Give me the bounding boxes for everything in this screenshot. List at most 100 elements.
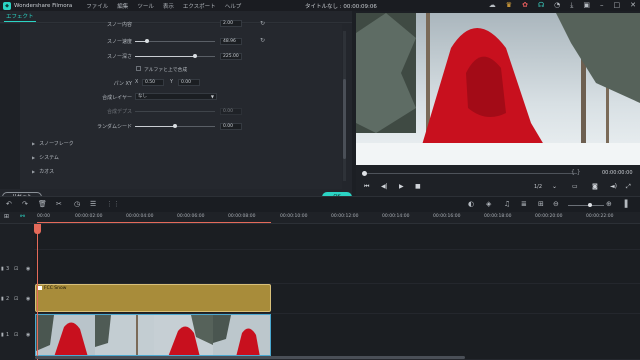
playback-progress[interactable]: [362, 173, 577, 174]
cut-icon[interactable]: ✂: [56, 200, 62, 208]
cloud-icon[interactable]: ☁: [489, 1, 496, 10]
random-seed-value[interactable]: 0.00: [220, 123, 242, 130]
volume-icon[interactable]: ◄): [610, 183, 617, 190]
effect-clip[interactable]: FCC Snow: [35, 284, 271, 312]
gift-icon[interactable]: ✿: [522, 1, 528, 10]
play-icon[interactable]: ▶: [399, 183, 404, 190]
eye-icon[interactable]: ◉: [26, 266, 30, 272]
menu-export[interactable]: エクスポート: [183, 2, 216, 10]
preview-quality-select[interactable]: 1/2: [534, 184, 542, 190]
delete-icon[interactable]: 🗑: [38, 200, 47, 208]
effect-clip-name: FCC Snow: [44, 286, 67, 291]
track-number: 2: [6, 296, 10, 302]
menu-bar: ファイル 編集 ツール 表示 エクスポート ヘルプ: [86, 2, 241, 10]
pan-x-value[interactable]: 0.50: [142, 79, 164, 86]
ruler-label: 00:00:08:00: [228, 214, 256, 219]
empty-lane[interactable]: [34, 224, 640, 250]
track-header-1: ▮ 1 ⊡ ◉: [0, 314, 34, 360]
adjust-icon[interactable]: ☰: [90, 200, 96, 208]
alpha-composite-checkbox[interactable]: [136, 66, 141, 71]
blend-depth-slider[interactable]: [135, 111, 215, 112]
audio-wave-icon[interactable]: ⋮⋮: [106, 200, 120, 208]
video-clip[interactable]: [35, 314, 271, 356]
snow-depth-value[interactable]: 225.00: [220, 53, 242, 60]
zoom-slider-knob[interactable]: [588, 203, 592, 207]
close-icon[interactable]: ✕: [630, 1, 636, 10]
lock-icon[interactable]: ⊡: [14, 296, 18, 302]
timeline-horizontal-scrollbar[interactable]: [35, 356, 465, 359]
section-system-label: システム: [39, 155, 59, 161]
blend-layer-select[interactable]: なし ▼: [135, 93, 217, 100]
notification-icon[interactable]: ◔: [554, 1, 560, 10]
section-system[interactable]: ▶ システム: [32, 154, 59, 161]
add-track-icon[interactable]: ⊞: [4, 213, 9, 220]
eye-icon[interactable]: ◉: [26, 296, 30, 302]
stop-icon[interactable]: ■: [415, 183, 421, 190]
maximize-icon[interactable]: □: [614, 1, 621, 10]
display-icon[interactable]: ▭: [572, 183, 578, 190]
fullscreen-icon[interactable]: ⤢: [626, 183, 631, 191]
zoom-out-icon[interactable]: ⊖: [553, 200, 559, 208]
minimize-icon[interactable]: –: [600, 1, 604, 10]
random-seed-slider-knob[interactable]: [173, 124, 177, 128]
preview-frame-image: [356, 13, 640, 165]
reset-icon[interactable]: ↻: [260, 37, 265, 44]
premium-icon[interactable]: ♛: [506, 1, 512, 10]
snow-speed-value[interactable]: 48.96: [220, 38, 242, 45]
download-icon[interactable]: ⤓: [570, 1, 573, 10]
redo-icon[interactable]: ↷: [22, 200, 28, 208]
caret-right-icon: ▶: [32, 155, 36, 160]
step-back-icon[interactable]: ⏮: [364, 183, 369, 191]
microphone-icon[interactable]: ♫: [504, 200, 510, 208]
render-icon[interactable]: ◐: [468, 200, 474, 208]
effect-settings-panel: エフェクト スノー内容 2.00 ↻ スノー速度 48.96 ↻ スノー深さ 2…: [0, 11, 352, 202]
snow-content-label: スノー内容: [106, 22, 132, 28]
caption-icon[interactable]: ⊞: [538, 200, 544, 208]
section-snowflake[interactable]: ▶ スノーフレーク: [32, 140, 74, 147]
ruler-label: 00:00:16:00: [433, 214, 461, 219]
menu-help[interactable]: ヘルプ: [225, 2, 242, 10]
prev-frame-icon[interactable]: ◀|: [381, 183, 388, 190]
playback-progress-knob[interactable]: [362, 171, 367, 176]
chevron-down-icon[interactable]: ⌄: [552, 183, 557, 190]
snapshot-icon[interactable]: ◙: [592, 183, 598, 190]
snow-depth-slider-knob[interactable]: [193, 54, 197, 58]
filmora-logo-icon: ◆: [3, 1, 11, 10]
ruler-label: 00:00: [37, 214, 50, 219]
menu-file[interactable]: ファイル: [86, 2, 108, 10]
snow-speed-slider-knob[interactable]: [145, 39, 149, 43]
menu-edit[interactable]: 編集: [117, 2, 128, 10]
playhead[interactable]: [37, 224, 38, 360]
lock-icon[interactable]: ⊡: [14, 266, 18, 272]
zoom-in-icon[interactable]: ⊕: [606, 200, 612, 208]
mark-in-out[interactable]: { }: [571, 169, 581, 176]
panel-scrollbar-thumb[interactable]: [343, 79, 346, 159]
eye-icon[interactable]: ◉: [26, 332, 30, 338]
voiceover-icon[interactable]: ≣: [521, 200, 527, 208]
section-chaos[interactable]: ▶ カオス: [32, 168, 54, 175]
headset-icon[interactable]: ☊: [538, 1, 544, 10]
undo-icon[interactable]: ↶: [6, 200, 12, 208]
menu-tools[interactable]: ツール: [137, 2, 154, 10]
track-lane-3[interactable]: [34, 250, 640, 284]
section-chaos-label: カオス: [39, 169, 55, 175]
tab-effects[interactable]: エフェクト: [4, 11, 36, 22]
layout-icon[interactable]: ▣: [583, 1, 590, 10]
reset-icon[interactable]: ↻: [260, 20, 265, 27]
snow-content-value[interactable]: 2.00: [220, 20, 242, 27]
menu-view[interactable]: 表示: [163, 2, 174, 10]
document-title: タイトルなし : 00:00:09:06: [305, 4, 377, 10]
ruler-label: 00:00:20:00: [535, 214, 563, 219]
section-snowflake-label: スノーフレーク: [39, 141, 74, 147]
zoom-slider[interactable]: [568, 205, 604, 206]
playhead-handle[interactable]: [34, 224, 41, 234]
shield-icon[interactable]: ◈: [486, 200, 491, 208]
timeline-settings-icon[interactable]: ▐: [622, 200, 627, 208]
speed-icon[interactable]: ◷: [74, 200, 80, 208]
blend-depth-value[interactable]: 0.00: [220, 108, 242, 115]
pan-y-value[interactable]: 0.00: [178, 79, 200, 86]
lock-icon[interactable]: ⊡: [14, 332, 18, 338]
caret-right-icon: ▶: [32, 169, 36, 174]
blend-depth-label: 合成デプス: [106, 109, 132, 115]
snap-icon[interactable]: ⚯: [20, 213, 25, 220]
